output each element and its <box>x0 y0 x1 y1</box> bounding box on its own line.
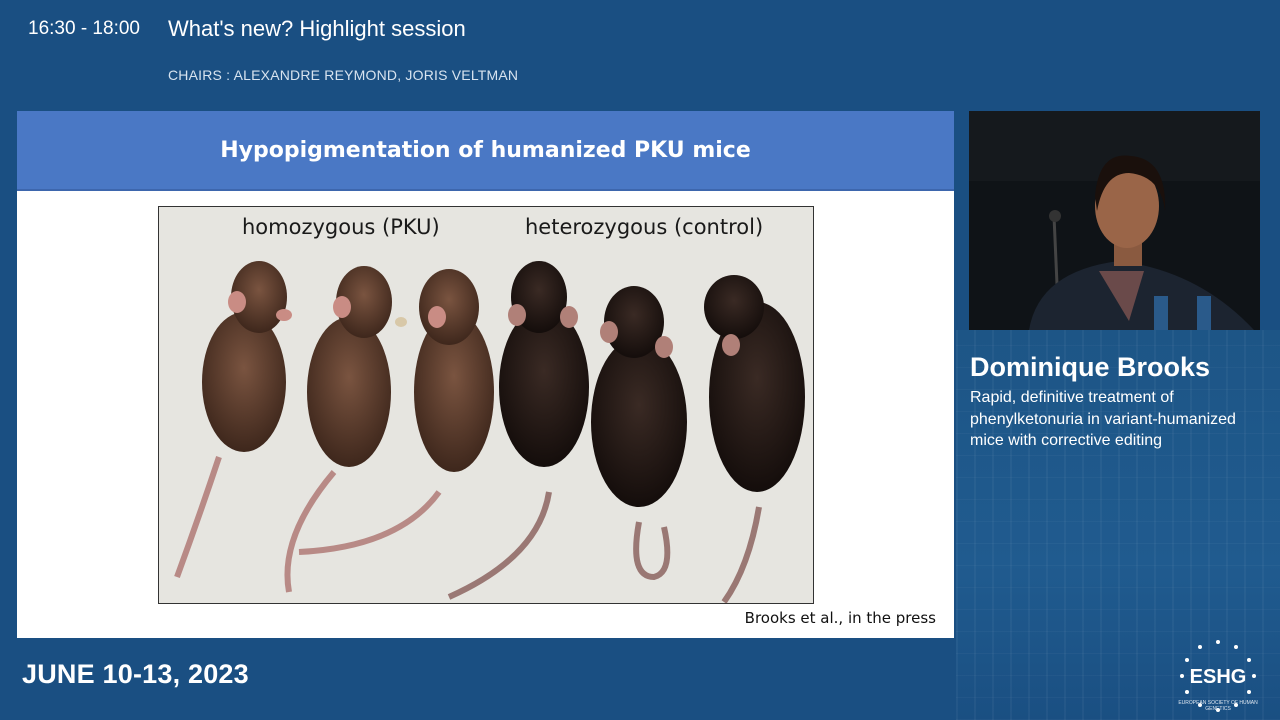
talk-title: Rapid, definitive treatment of phenylket… <box>970 389 1236 449</box>
session-chairs: CHAIRS : ALEXANDRE REYMOND, JORIS VELTMA… <box>168 67 519 83</box>
slide-citation: Brooks et al., in the press <box>744 609 936 627</box>
svg-text:ESHG: ESHG <box>1190 666 1247 688</box>
label-homozygous: homozygous (PKU) <box>242 215 440 239</box>
speaker-illustration <box>969 111 1260 330</box>
session-title: What's new? Highlight session <box>168 16 466 41</box>
speaker-name: Dominique Brooks <box>970 352 1211 382</box>
slide-header: Hypopigmentation of humanized PKU mice <box>17 111 954 191</box>
conference-dates: JUNE 10-13, 2023 <box>22 659 249 689</box>
eshg-logo-subtext: EUROPEAN SOCIETY OF HUMAN GENETICS <box>1178 700 1258 712</box>
speaker-video <box>969 111 1260 330</box>
mice-photo: homozygous (PKU) heterozygous (control) <box>158 206 814 604</box>
slide-title: Hypopigmentation of humanized PKU mice <box>220 137 751 163</box>
mice-illustration <box>159 207 813 603</box>
session-time: 16:30 - 18:00 <box>28 18 140 39</box>
label-heterozygous: heterozygous (control) <box>525 215 764 239</box>
presentation-slide: Hypopigmentation of humanized PKU mice h… <box>17 111 954 638</box>
